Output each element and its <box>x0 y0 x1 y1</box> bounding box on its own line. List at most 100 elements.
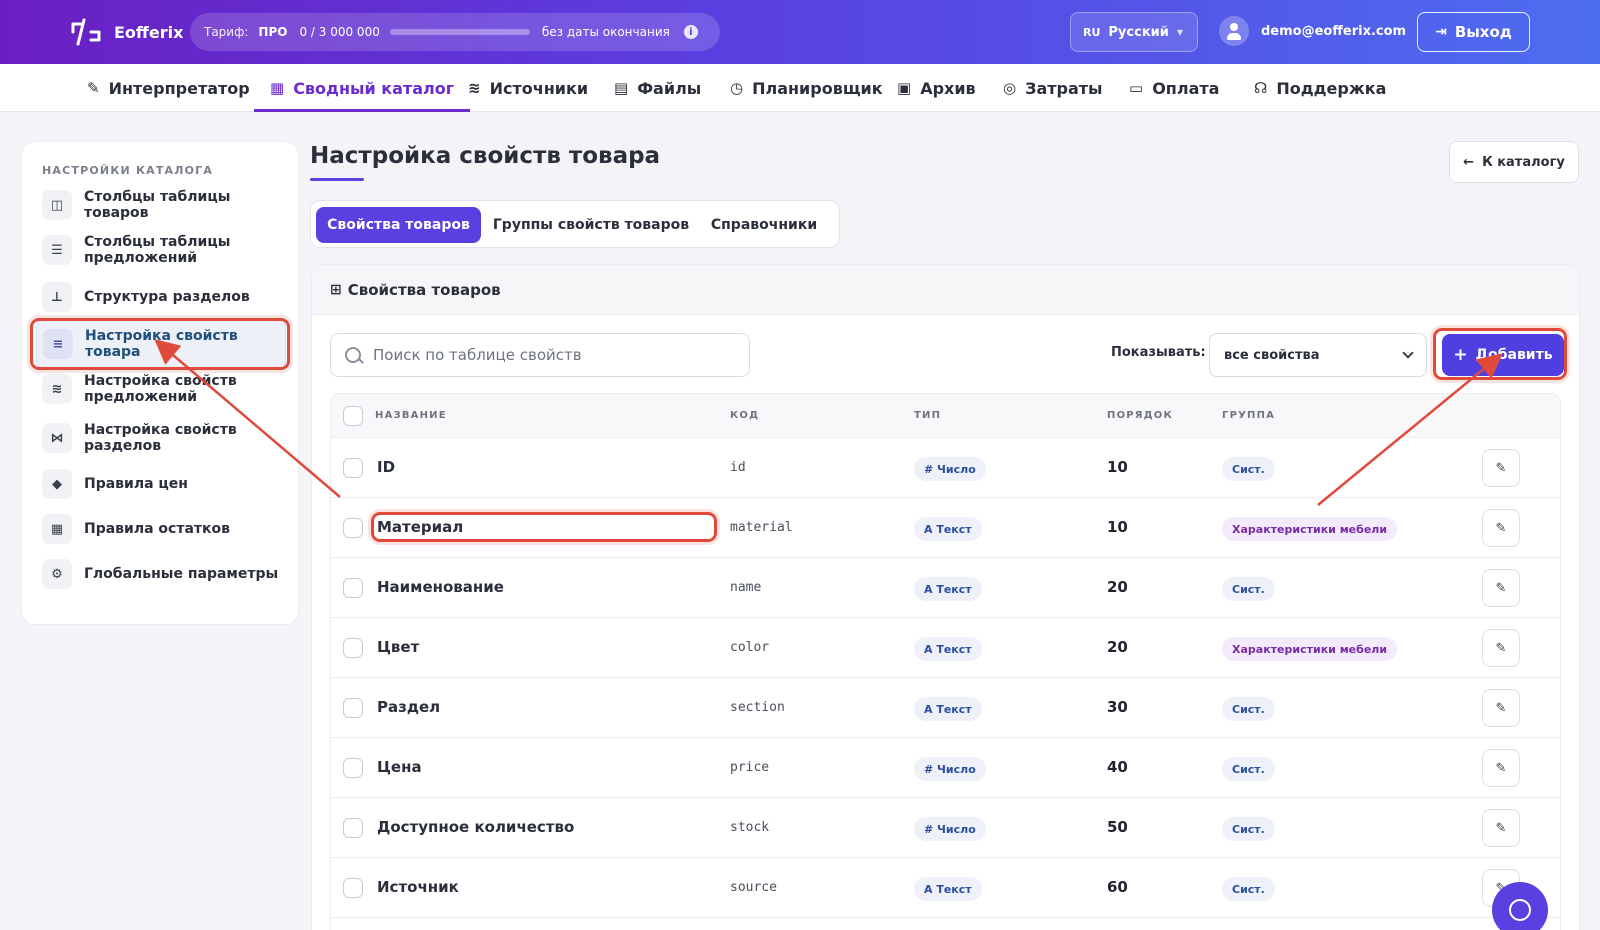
search-field[interactable] <box>330 333 750 377</box>
nav-label: Оплата <box>1152 78 1220 98</box>
sidebar-item-label: Столбцы таблицы товаров <box>84 189 231 221</box>
edit-icon[interactable]: ✎ <box>1482 569 1520 607</box>
card-title: Свойства товаров <box>347 280 501 299</box>
sidebar-item-product-properties[interactable]: ≡ Настройка свойств товара <box>36 319 286 369</box>
cell-order: 30 <box>1107 698 1128 716</box>
column-header-type[interactable]: ТИП <box>914 410 941 421</box>
row-checkbox[interactable] <box>343 518 363 538</box>
main-nav: ✎ Интерпретатор ▦ Сводный каталог ≋ Исто… <box>0 64 1600 112</box>
edit-icon[interactable]: ✎ <box>1482 809 1520 847</box>
edit-icon[interactable]: ✎ <box>1482 629 1520 667</box>
language-select[interactable]: RU Русский ▼ <box>1070 12 1198 52</box>
select-all-checkbox[interactable] <box>343 406 363 426</box>
table-row: Доступное количество stock # Число 50 Си… <box>331 798 1560 858</box>
logout-button[interactable]: ⇥ Выход <box>1417 12 1530 52</box>
sidebar-item-global-params[interactable]: ⚙ Глобальные параметры <box>42 559 282 589</box>
group-badge: Характеристики мебели <box>1222 517 1398 541</box>
sidebar-item-stock-rules[interactable]: ▦ Правила остатков <box>42 514 282 544</box>
tab-dictionaries[interactable]: Справочники <box>697 207 831 243</box>
boxes-icon: ▦ <box>270 79 285 97</box>
logo[interactable]: Eofferix <box>70 18 183 46</box>
magic-wand-icon: ✎ <box>87 79 100 97</box>
column-header-order[interactable]: ПОРЯДОК <box>1107 410 1173 421</box>
edit-icon[interactable]: ✎ <box>1482 509 1520 547</box>
cell-name: Источник <box>377 878 459 896</box>
add-property-button[interactable]: + Добавить <box>1442 334 1564 376</box>
cell-code: color <box>730 640 770 655</box>
column-header-code[interactable]: КОД <box>730 410 759 421</box>
nav-interpreter[interactable]: ✎ Интерпретатор <box>87 64 250 112</box>
tariff-usage: 0 / 3 000 000 <box>299 25 380 39</box>
nav-costs[interactable]: ◎ Затраты <box>1003 64 1103 112</box>
sidebar-item-section-properties[interactable]: ⋈ Настройка свойств разделов <box>42 422 282 454</box>
sidebar-item-offer-properties[interactable]: ≋ Настройка свойств предложений <box>42 373 282 405</box>
cell-order: 10 <box>1107 458 1128 476</box>
cell-order: 40 <box>1107 758 1128 776</box>
chat-support-icon[interactable] <box>1492 882 1548 930</box>
edit-icon[interactable]: ✎ <box>1482 689 1520 727</box>
sidebar-item-offer-columns[interactable]: ☰ Столбцы таблицы предложений <box>42 234 282 266</box>
column-header-group[interactable]: ГРУППА <box>1222 410 1275 421</box>
column-header-name[interactable]: НАЗВАНИЕ <box>375 410 447 421</box>
group-badge: Сист. <box>1222 577 1275 601</box>
group-badge: Сист. <box>1222 877 1275 901</box>
cell-order: 60 <box>1107 878 1128 896</box>
row-checkbox[interactable] <box>343 878 363 898</box>
sidebar-item-section-structure[interactable]: ⊥ Структура разделов <box>42 282 282 312</box>
nav-label: Источники <box>489 78 589 98</box>
cell-name: ID <box>377 458 396 476</box>
sidebar-item-product-columns[interactable]: ◫ Столбцы таблицы товаров <box>42 189 282 221</box>
nav-support[interactable]: ☊ Поддержка <box>1254 64 1386 112</box>
show-filter-value: все свойства <box>1224 347 1320 363</box>
nav-files[interactable]: ▤ Файлы <box>614 64 701 112</box>
type-badge: A Текст <box>914 877 982 901</box>
user-menu[interactable]: demo@eofferix.com <box>1219 16 1406 46</box>
table-icon: ⊞ <box>330 281 342 298</box>
nav-sources[interactable]: ≋ Источники <box>468 64 588 112</box>
back-label: К каталогу <box>1482 154 1565 170</box>
sidebar-item-label: Столбцы таблицы предложений <box>84 234 231 266</box>
group-badge: Сист. <box>1222 817 1275 841</box>
cell-code: price <box>730 760 770 775</box>
boxes-icon: ▦ <box>42 514 72 544</box>
row-checkbox[interactable] <box>343 638 363 658</box>
tab-property-groups[interactable]: Группы свойств товаров <box>491 207 691 243</box>
nav-payment[interactable]: ▭ Оплата <box>1129 64 1219 112</box>
tabs: Свойства товаров Группы свойств товаров … <box>310 200 840 248</box>
columns-icon: ◫ <box>42 190 72 220</box>
tariff-plan: ПРО <box>258 25 288 39</box>
cell-code: id <box>730 460 746 475</box>
row-checkbox[interactable] <box>343 758 363 778</box>
nav-catalog[interactable]: ▦ Сводный каталог <box>253 64 471 112</box>
tab-product-properties[interactable]: Свойства товаров <box>316 207 481 243</box>
search-icon <box>345 347 361 363</box>
edit-icon[interactable]: ✎ <box>1482 749 1520 787</box>
nav-archive[interactable]: ▣ Архив <box>897 64 976 112</box>
edit-icon[interactable]: ✎ <box>1482 449 1520 487</box>
type-badge: # Число <box>914 457 986 481</box>
language-name: Русский <box>1108 24 1169 40</box>
info-icon[interactable]: i <box>683 25 698 39</box>
tariff-label: Тариф: <box>204 25 249 39</box>
row-checkbox[interactable] <box>343 698 363 718</box>
nav-scheduler[interactable]: ◷ Планировщик <box>730 64 883 112</box>
row-checkbox[interactable] <box>343 818 363 838</box>
cell-order: 20 <box>1107 578 1128 596</box>
credit-card-icon: ▭ <box>1129 79 1144 97</box>
headset-icon: ☊ <box>1254 79 1268 97</box>
search-input[interactable] <box>373 346 733 364</box>
back-to-catalog-button[interactable]: ← К каталогу <box>1449 141 1579 183</box>
logout-label: Выход <box>1454 23 1512 41</box>
show-filter-select[interactable]: все свойства <box>1209 333 1427 377</box>
row-checkbox[interactable] <box>343 458 363 478</box>
sidebar-item-price-rules[interactable]: ◆ Правила цен <box>42 469 282 499</box>
type-badge: # Число <box>914 757 986 781</box>
cell-order: 20 <box>1107 638 1128 656</box>
tariff-panel: Тариф: ПРО 0 / 3 000 000 без даты оконча… <box>190 13 720 51</box>
row-checkbox[interactable] <box>343 578 363 598</box>
tariff-no-end: без даты окончания <box>541 25 670 39</box>
type-badge: # Число <box>914 817 986 841</box>
properties-card: ⊞ Свойства товаров Показывать: все свойс… <box>311 264 1580 930</box>
cell-code: source <box>730 880 777 895</box>
sliders-icon: ≡ <box>43 329 73 359</box>
